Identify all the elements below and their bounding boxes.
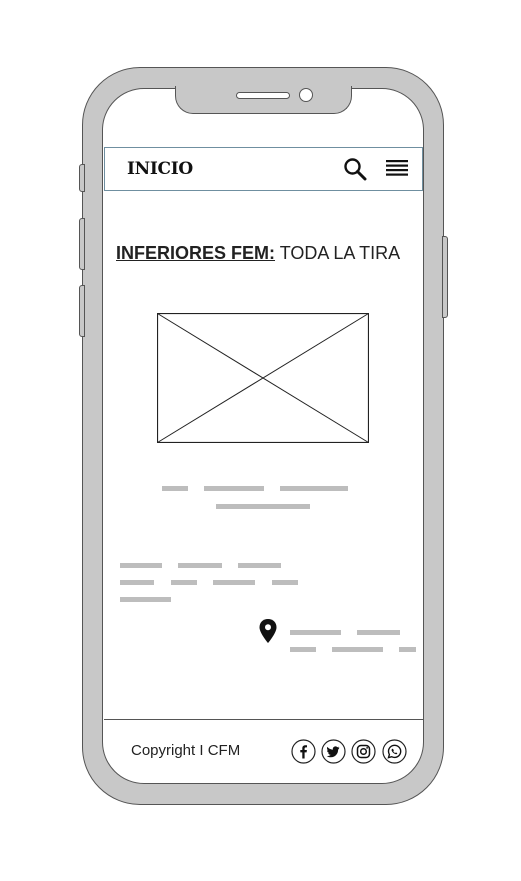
- side-button-power: [442, 236, 448, 318]
- headline-subtitle: TODA LA TIRA: [275, 243, 401, 263]
- front-camera: [299, 88, 313, 102]
- text-placeholder-line: [171, 580, 197, 585]
- text-placeholder-line: [204, 486, 264, 491]
- text-placeholder-line: [216, 504, 310, 509]
- text-placeholder-line: [178, 563, 222, 568]
- text-placeholder-line: [120, 580, 154, 585]
- text-placeholder-line: [357, 630, 400, 635]
- facebook-icon[interactable]: [291, 739, 316, 764]
- search-icon[interactable]: [343, 157, 367, 181]
- copyright-text: Copyright I CFM: [131, 742, 241, 759]
- top-nav-bar: INICIO: [104, 147, 423, 191]
- instagram-icon[interactable]: [351, 739, 376, 764]
- hamburger-menu-icon[interactable]: [386, 159, 408, 179]
- text-placeholder-line: [213, 580, 255, 585]
- product-image-placeholder: [157, 313, 369, 443]
- headline-category: INFERIORES FEM:: [116, 243, 276, 263]
- side-button-mute: [79, 164, 85, 192]
- speaker-grille: [236, 92, 290, 99]
- text-placeholder-line: [290, 630, 341, 635]
- text-placeholder-line: [120, 563, 162, 568]
- footer-divider: [104, 719, 423, 720]
- text-placeholder-line: [238, 563, 281, 568]
- location-pin-icon: [259, 619, 277, 643]
- text-placeholder-line: [120, 597, 171, 602]
- nav-home-link[interactable]: INICIO: [127, 159, 193, 179]
- text-placeholder-line: [162, 486, 188, 491]
- text-placeholder-line: [280, 486, 348, 491]
- text-placeholder-line: [272, 580, 298, 585]
- whatsapp-icon[interactable]: [382, 739, 407, 764]
- text-placeholder-line: [399, 647, 416, 652]
- text-placeholder-line: [290, 647, 316, 652]
- page-headline: INFERIORES FEM: TODA LA TIRA: [116, 243, 400, 264]
- side-button-volume-down: [79, 285, 85, 337]
- twitter-icon[interactable]: [321, 739, 346, 764]
- text-placeholder-line: [332, 647, 383, 652]
- side-button-volume-up: [79, 218, 85, 270]
- phone-notch: [175, 86, 352, 114]
